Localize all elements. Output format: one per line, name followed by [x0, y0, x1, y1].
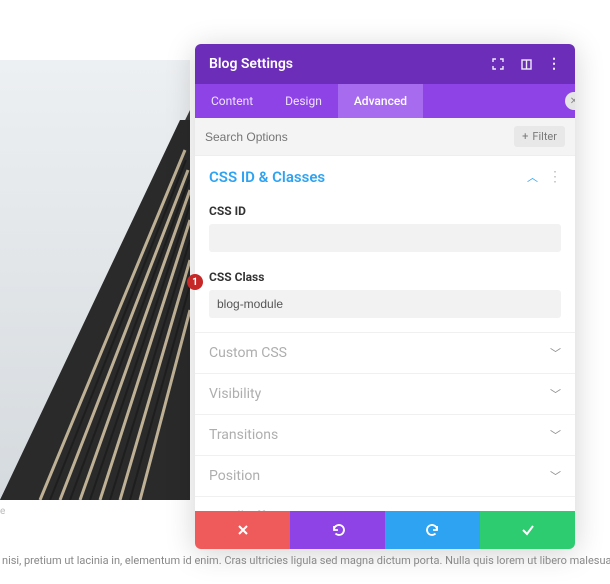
kebab-menu-icon[interactable]: ⋮	[547, 57, 561, 71]
plus-icon: +	[522, 130, 528, 143]
save-button[interactable]	[480, 511, 575, 549]
search-input[interactable]	[205, 130, 514, 144]
section-title: Custom CSS	[209, 345, 287, 361]
image-caption: e	[0, 506, 5, 517]
section-visibility: Visibility ﹀	[195, 374, 575, 415]
section-title: Visibility	[209, 386, 261, 402]
section-title: CSS ID & Classes	[209, 168, 325, 186]
section-scroll-effects: Scroll Effects ﹀	[195, 497, 575, 511]
panel-body: CSS ID & Classes ︿ ⋮ CSS ID CSS Class Cu…	[195, 156, 575, 511]
section-css-id-classes: CSS ID & Classes ︿ ⋮ CSS ID CSS Class	[195, 156, 575, 333]
css-class-input[interactable]	[209, 290, 561, 318]
section-transitions: Transitions ﹀	[195, 415, 575, 456]
snap-icon[interactable]	[519, 57, 533, 71]
tab-design[interactable]: Design	[269, 84, 338, 118]
section-header-custom-css[interactable]: Custom CSS ﹀	[195, 333, 575, 373]
tab-advanced[interactable]: Advanced	[338, 84, 423, 118]
section-title: Transitions	[209, 427, 278, 443]
cancel-button[interactable]	[195, 511, 290, 549]
chevron-down-icon: ﹀	[550, 427, 561, 443]
background-paragraph: nisi, pretium ut lacinia in, elementum i…	[0, 554, 610, 567]
close-icon[interactable]: ✕	[565, 92, 575, 110]
section-position: Position ﹀	[195, 456, 575, 497]
section-title: Position	[209, 468, 260, 484]
chevron-down-icon: ﹀	[550, 345, 561, 361]
tabs: Content Design Advanced ✕	[195, 84, 575, 118]
undo-button[interactable]	[290, 511, 385, 549]
panel-title: Blog Settings	[209, 56, 491, 72]
annotation-marker-1: 1	[187, 274, 203, 290]
section-custom-css: Custom CSS ﹀	[195, 333, 575, 374]
section-header-scroll-effects[interactable]: Scroll Effects ﹀	[195, 497, 575, 511]
section-header-css-id-classes[interactable]: CSS ID & Classes ︿ ⋮	[195, 156, 575, 198]
chevron-down-icon: ﹀	[550, 386, 561, 402]
search-bar: + Filter	[195, 118, 575, 156]
footer-actions	[195, 511, 575, 549]
chevron-up-icon: ︿	[527, 169, 538, 185]
panel-header: Blog Settings ⋮	[195, 44, 575, 84]
section-header-visibility[interactable]: Visibility ﹀	[195, 374, 575, 414]
css-id-label: CSS ID	[209, 204, 561, 218]
css-class-label: CSS Class	[209, 270, 561, 284]
chevron-down-icon: ﹀	[550, 468, 561, 484]
filter-label: Filter	[532, 130, 557, 143]
settings-panel: Blog Settings ⋮ Content Design Advanced …	[195, 44, 575, 549]
kebab-icon[interactable]: ⋮	[548, 169, 561, 185]
css-id-input[interactable]	[209, 224, 561, 252]
filter-button[interactable]: + Filter	[514, 126, 565, 147]
section-header-position[interactable]: Position ﹀	[195, 456, 575, 496]
expand-icon[interactable]	[491, 57, 505, 71]
tab-content[interactable]: Content	[195, 84, 269, 118]
background-photo	[0, 60, 190, 500]
section-header-transitions[interactable]: Transitions ﹀	[195, 415, 575, 455]
redo-button[interactable]	[385, 511, 480, 549]
